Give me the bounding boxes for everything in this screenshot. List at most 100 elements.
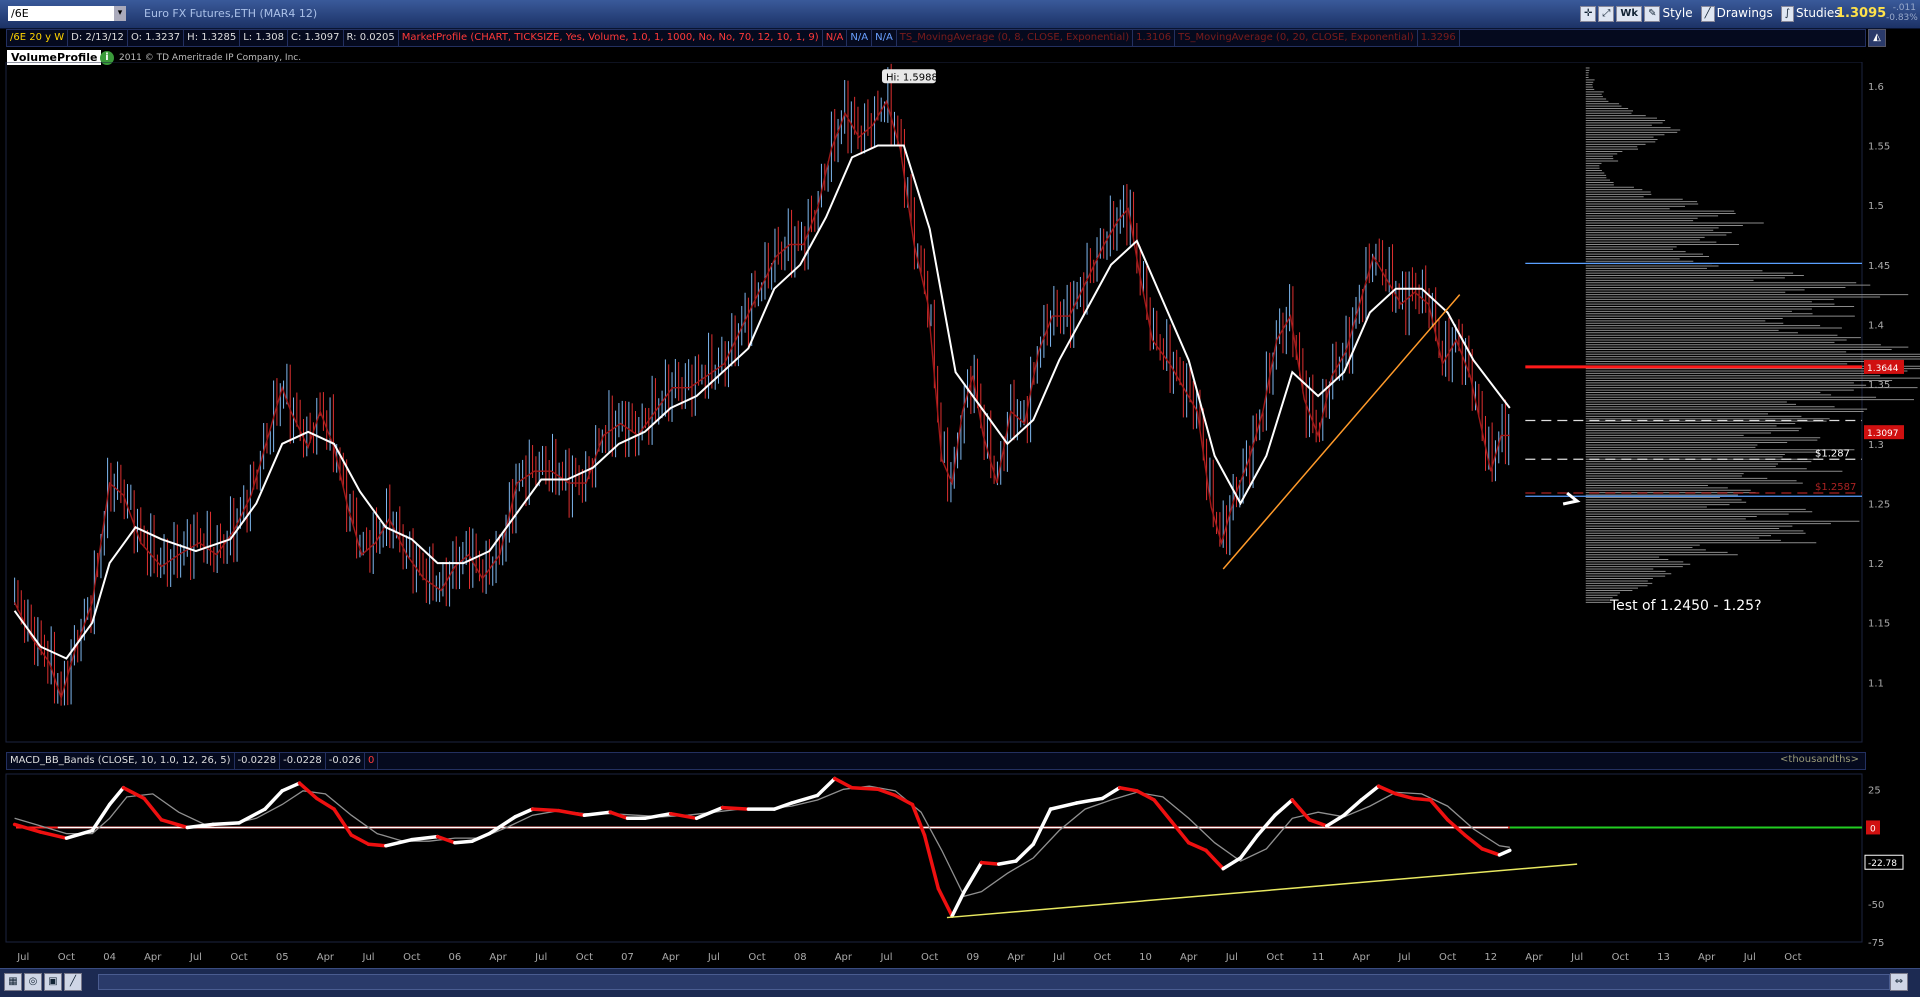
- x-tick-label: Apr: [835, 952, 853, 963]
- level-label-3: $1.287: [1815, 448, 1850, 459]
- x-tick-label: Apr: [144, 952, 162, 963]
- chart-settings-icon[interactable]: ◭: [1868, 29, 1886, 47]
- x-tick-label: 11: [1312, 952, 1325, 963]
- study-status-bar: /6E 20 y W D: 2/13/12 O: 1.3237 H: 1.3285 L:…: [6, 29, 1866, 47]
- trendline-0: [1222, 294, 1461, 570]
- macd-status-bar: MACD_BB_Bands (CLOSE, 10, 1.0, 12, 26, 5…: [6, 752, 1866, 770]
- macd-segment: [1376, 784, 1398, 796]
- x-tick-label: Jul: [1570, 952, 1583, 963]
- symbol-input[interactable]: /6E: [8, 6, 120, 21]
- macd-chart[interactable]: 250-25-50-750-22.78JulOct04AprJulOct05Ap…: [0, 770, 1920, 970]
- studies-button[interactable]: Studies: [1796, 6, 1841, 20]
- macd-signal-line: [14, 785, 1510, 897]
- status-item-13[interactable]: TS_MovingAverage (0, 20, CLOSE, Exponent…: [1175, 30, 1418, 46]
- x-tick-label: Apr: [1353, 952, 1371, 963]
- toolbar-buttons: ✛ ⤢ Wk ✎ Style ╱ Drawings ∫ Studies: [1580, 5, 1841, 22]
- x-tick-label: Jul: [1225, 952, 1238, 963]
- macd-segment: [315, 796, 336, 811]
- macd-segment: [582, 810, 613, 817]
- macd-y-tick: 25: [1868, 785, 1881, 796]
- x-tick-label: 10: [1139, 952, 1152, 963]
- macd-segment: [1273, 798, 1295, 817]
- style-button[interactable]: Style: [1662, 6, 1692, 20]
- studies-icon[interactable]: ∫: [1780, 5, 1795, 22]
- status-item-7[interactable]: MarketProfile (CHART, TICKSIZE, Yes, Vol…: [399, 30, 823, 46]
- drawing-tool-icon[interactable]: ◎: [24, 973, 42, 991]
- macd-label[interactable]: MACD_BB_Bands (CLOSE, 10, 1.0, 12, 26, 5…: [7, 753, 235, 769]
- projection-arrowhead: [1562, 491, 1581, 506]
- grid-layout-icon[interactable]: ▦: [4, 973, 22, 991]
- expand-icon[interactable]: ⇔: [1890, 973, 1908, 991]
- drawings-icon[interactable]: ╱: [1700, 5, 1715, 22]
- macd-trendline: [946, 863, 1578, 919]
- x-tick-label: Oct: [1094, 952, 1111, 963]
- macd-units: <thousandths>: [1780, 754, 1859, 765]
- symbol-dropdown-icon[interactable]: ▾: [114, 6, 126, 21]
- macd-last-tag: -22.78: [1868, 859, 1897, 869]
- status-item-11[interactable]: TS_MovingAverage (0, 8, CLOSE, Exponenti…: [897, 30, 1134, 46]
- camera-icon[interactable]: ▣: [44, 973, 62, 991]
- macd-segment: [470, 831, 492, 843]
- zoom-icon[interactable]: ⤢: [1598, 5, 1615, 22]
- price-chart[interactable]: 1.3644 $1.287 $1.2587 1.3097 1.6 1.55 1.5 1.45 1…: [0, 62, 1920, 746]
- macd-segment: [1221, 856, 1243, 871]
- macd-segment: [694, 805, 725, 821]
- macd-segment: [349, 833, 371, 847]
- macd-segment: [910, 802, 927, 837]
- x-tick-label: Apr: [1007, 952, 1025, 963]
- y-tick-label: 1.5: [1868, 201, 1884, 212]
- macd-segment: [409, 834, 440, 842]
- y-tick-label: 1.45: [1868, 261, 1890, 272]
- status-item-14[interactable]: 1.3296: [1418, 30, 1460, 46]
- macd-segment: [1428, 798, 1450, 822]
- x-tick-label: Oct: [1266, 952, 1283, 963]
- macd-segment: [142, 796, 164, 822]
- macd-segment: [1014, 842, 1036, 863]
- bottom-toolbar: ▦ ◎ ▣ ╱ ⇔: [0, 968, 1920, 997]
- y-tick-label: 1.6: [1868, 82, 1884, 93]
- macd-segment: [643, 811, 673, 821]
- period-button[interactable]: Wk: [1616, 5, 1643, 22]
- macd-segment: [64, 828, 95, 840]
- moving-average-20: [13, 144, 1511, 660]
- time-scrollbar[interactable]: [98, 974, 1890, 990]
- drawings-button[interactable]: Drawings: [1717, 6, 1773, 20]
- x-tick-label: Jul: [879, 952, 892, 963]
- macd-segment: [1100, 785, 1122, 801]
- x-tick-label: 09: [966, 952, 979, 963]
- x-tick-label: Jul: [189, 952, 202, 963]
- macd-segment: [979, 860, 1001, 866]
- macd-value-4: 0: [365, 753, 379, 769]
- status-item-8[interactable]: N/A: [823, 30, 848, 46]
- macd-segment: [1152, 798, 1174, 824]
- moving-average-8: [13, 99, 1510, 701]
- macd-segment: [1394, 792, 1415, 801]
- level-tag-1: 1.3644: [1867, 364, 1899, 374]
- macd-segment: [962, 860, 984, 894]
- x-tick-label: Oct: [748, 952, 765, 963]
- pencil-icon[interactable]: ╱: [64, 973, 82, 991]
- macd-segment: [366, 842, 388, 848]
- crosshair-icon[interactable]: ✛: [1580, 5, 1597, 22]
- status-item-10[interactable]: N/A: [872, 30, 897, 46]
- macd-segment: [556, 808, 587, 817]
- x-tick-label: Oct: [230, 952, 247, 963]
- macd-value-3: -0.026: [326, 753, 365, 769]
- y-tick-label: 1.3: [1868, 440, 1884, 451]
- macd-segment: [893, 793, 915, 807]
- y-tick-label: 1.35: [1868, 380, 1890, 391]
- x-tick-label: Apr: [662, 952, 680, 963]
- macd-segment: [1307, 818, 1329, 828]
- macd-segment: [789, 793, 820, 805]
- style-icon[interactable]: ✎: [1644, 5, 1661, 22]
- status-item-12[interactable]: 1.3106: [1133, 30, 1176, 46]
- macd-segment: [1117, 785, 1139, 793]
- x-tick-label: Apr: [1525, 952, 1543, 963]
- status-item-9[interactable]: N/A: [847, 30, 873, 46]
- x-tick-label: Oct: [576, 952, 593, 963]
- x-tick-label: 06: [449, 952, 462, 963]
- x-tick-label: Oct: [1784, 952, 1801, 963]
- x-tick-label: 04: [103, 952, 116, 963]
- macd-segment: [453, 839, 474, 845]
- high-tag: Hi: 1.5988: [886, 72, 938, 83]
